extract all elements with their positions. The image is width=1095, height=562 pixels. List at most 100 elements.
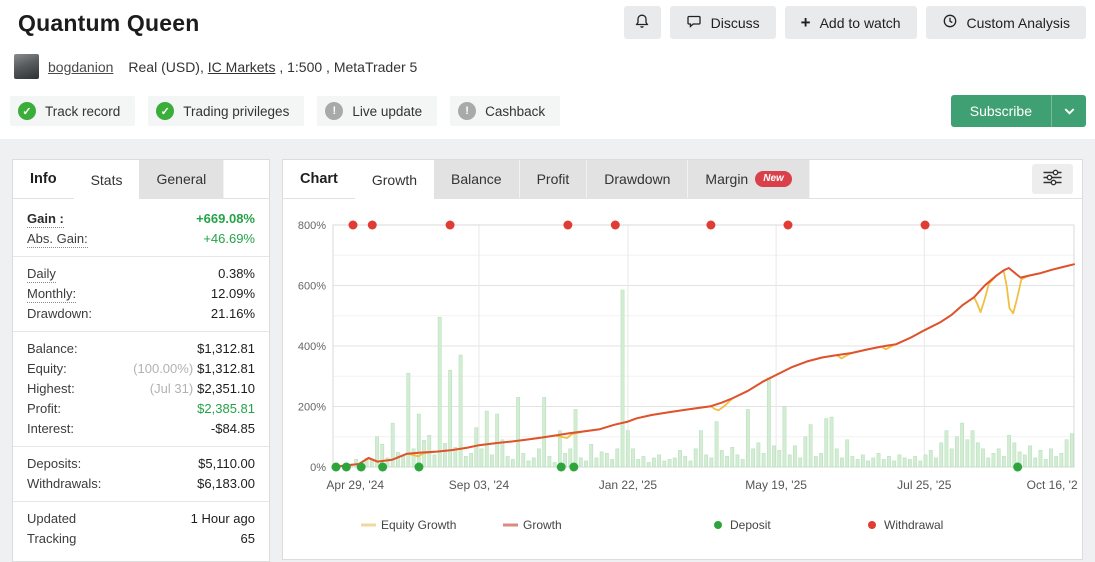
tab-stats[interactable]: Stats (73, 160, 140, 199)
badge-track-record[interactable]: ✓ Track record (10, 96, 136, 126)
svg-text:0%: 0% (310, 462, 326, 474)
tab-label: Growth (371, 171, 417, 188)
notifications-button[interactable] (623, 6, 661, 39)
stat-label: Highest: (27, 381, 75, 396)
stat-group: Updated 1 Hour ago Tracking 65 (13, 502, 269, 556)
page-header: Quantum Queen Discuss + Add to watch Cus… (0, 0, 1095, 139)
stat-row-profit: Profit: $2,385.81 (13, 399, 269, 419)
tab-growth[interactable]: Growth (354, 160, 434, 199)
account-type-text: Real (USD), (128, 58, 208, 75)
chevron-down-icon[interactable] (1051, 95, 1086, 127)
subscribe-button[interactable]: Subscribe (950, 95, 1086, 127)
badge-label: Live update (352, 103, 423, 119)
info-panel-tabs: Info Stats General (13, 160, 269, 199)
bell-icon (634, 13, 650, 32)
chart-panel-tabs: Chart Growth Balance Profit Drawdown Margin N… (283, 160, 1082, 199)
tab-general[interactable]: General (139, 160, 225, 198)
badge-trading-privileges[interactable]: ✓ Trading privileges (148, 96, 305, 126)
svg-text:Oct 16, '25: Oct 16, '25 (1027, 478, 1078, 492)
stat-value: 0.38% (218, 266, 255, 281)
verification-badges-row: ✓ Track record ✓ Trading privileges! Live up… (10, 95, 1086, 127)
tab-drawdown[interactable]: Drawdown (587, 160, 689, 198)
tab-balance[interactable]: Balance (434, 160, 520, 198)
stat-value: $1,312.81 (197, 341, 255, 356)
stat-label: Daily (27, 266, 56, 283)
stat-value: 1 Hour ago (190, 511, 255, 526)
user-avatar[interactable] (14, 54, 39, 79)
svg-text:Sep 03, '24: Sep 03, '24 (449, 478, 510, 492)
stat-label: Tracking (27, 531, 77, 546)
growth-chart: 0% 200% 400% 600% 800% Apr 29, '24 Sep 03, '24… (298, 220, 1078, 532)
subscribe-label: Subscribe (969, 103, 1032, 119)
svg-text:Jan 22, '25: Jan 22, '25 (599, 478, 658, 492)
svg-text:May 19, '25: May 19, '25 (745, 478, 807, 492)
svg-text:800%: 800% (298, 220, 326, 232)
badge-label: Cashback (485, 103, 546, 119)
custom-analysis-label: Custom Analysis (966, 14, 1070, 31)
exclamation-icon: ! (325, 102, 344, 120)
svg-text:400%: 400% (298, 341, 326, 353)
custom-analysis-button[interactable]: Custom Analysis (925, 6, 1086, 39)
stat-row-tracking: Tracking 65 (13, 529, 269, 549)
tab-label: Drawdown (604, 171, 671, 187)
stat-label: Updated (27, 511, 77, 526)
badge-cashback[interactable]: ! Cashback (450, 96, 561, 126)
stat-label: Deposits: (27, 456, 82, 471)
plus-icon: + (800, 13, 811, 32)
daily-gain-bars (333, 289, 1074, 468)
stat-value: 12.09% (210, 286, 255, 301)
stats-list: Gain : +669.08% Abs. Gain: +46.69% Daily 0.38… (13, 199, 269, 556)
discuss-button[interactable]: Discuss (669, 6, 776, 39)
svg-text:Equity Growth: Equity Growth (381, 518, 456, 532)
tab-label: General (156, 171, 207, 187)
stat-value: -$84.85 (210, 421, 255, 436)
svg-text:Withdrawal: Withdrawal (884, 518, 943, 532)
chart-panel-title: Chart (300, 171, 338, 187)
info-panel: Info Stats General Gain : +669.08% Abs. Gai… (12, 159, 270, 562)
stat-row-monthly: Monthly: 12.09% (13, 284, 269, 304)
badge-label: Trading privileges (183, 103, 290, 119)
stat-value: (100.00%) $1,312.81 (133, 361, 255, 376)
account-info-row: bogdanion Real (USD), IC Markets , 1:500… (14, 54, 1086, 79)
stat-row-equity: Equity: (100.00%) $1,312.81 (13, 359, 269, 379)
stat-value-muted: (100.00%) (133, 361, 194, 376)
stat-row-gain: Gain : +669.08% (13, 209, 269, 229)
stat-row-drawdown: Drawdown: 21.16% (13, 304, 269, 324)
stat-row-deposits: Deposits: $5,110.00 (13, 454, 269, 474)
header-actions: Discuss + Add to watch Custom Analysis (623, 6, 1086, 39)
y-axis-labels: 0% 200% 400% 600% 800% (298, 220, 326, 474)
broker-link[interactable]: IC Markets (208, 59, 276, 75)
chart-panel: Chart Growth Balance Profit Drawdown Margin N… (282, 159, 1083, 560)
stat-row-balance: Balance: $1,312.81 (13, 339, 269, 359)
badge-live-update[interactable]: ! Live update (317, 96, 438, 126)
stat-value: 21.16% (210, 306, 255, 321)
stat-label: Drawdown: (27, 306, 93, 321)
stat-label: Equity: (27, 361, 67, 376)
tab-margin[interactable]: Margin New (688, 160, 810, 198)
chart-legend: Equity Growth Growth Deposit Withdrawal (361, 518, 943, 532)
stat-value: 65 (240, 531, 255, 546)
sliders-icon (1042, 169, 1063, 189)
tab-label: Stats (90, 171, 123, 188)
svg-text:600%: 600% (298, 281, 326, 293)
svg-text:Deposit: Deposit (730, 518, 771, 532)
svg-text:Growth: Growth (523, 518, 562, 532)
check-icon: ✓ (18, 102, 36, 120)
add-to-watch-button[interactable]: + Add to watch (784, 6, 917, 39)
stat-group: Balance: $1,312.81 Equity: (100.00%) $1,312.… (13, 332, 269, 447)
stat-group: Deposits: $5,110.00 Withdrawals: $6,183.00 (13, 447, 269, 502)
discuss-label: Discuss (710, 14, 760, 31)
stat-value: +669.08% (196, 211, 255, 226)
username-link[interactable]: bogdanion (48, 59, 113, 75)
header-top-row: Quantum Queen Discuss + Add to watch Cus… (18, 6, 1086, 39)
stat-value: $5,110.00 (198, 456, 255, 471)
stat-row-daily: Daily 0.38% (13, 264, 269, 284)
stat-row-updated: Updated 1 Hour ago (13, 509, 269, 529)
tab-label: Balance (451, 171, 502, 187)
page-title: Quantum Queen (18, 10, 200, 36)
stat-row-interest: Interest: -$84.85 (13, 419, 269, 439)
tab-profit[interactable]: Profit (519, 160, 588, 198)
svg-text:Apr 29, '24: Apr 29, '24 (326, 478, 384, 492)
new-badge: New (755, 171, 792, 187)
chart-filter-button[interactable] (1032, 164, 1073, 194)
